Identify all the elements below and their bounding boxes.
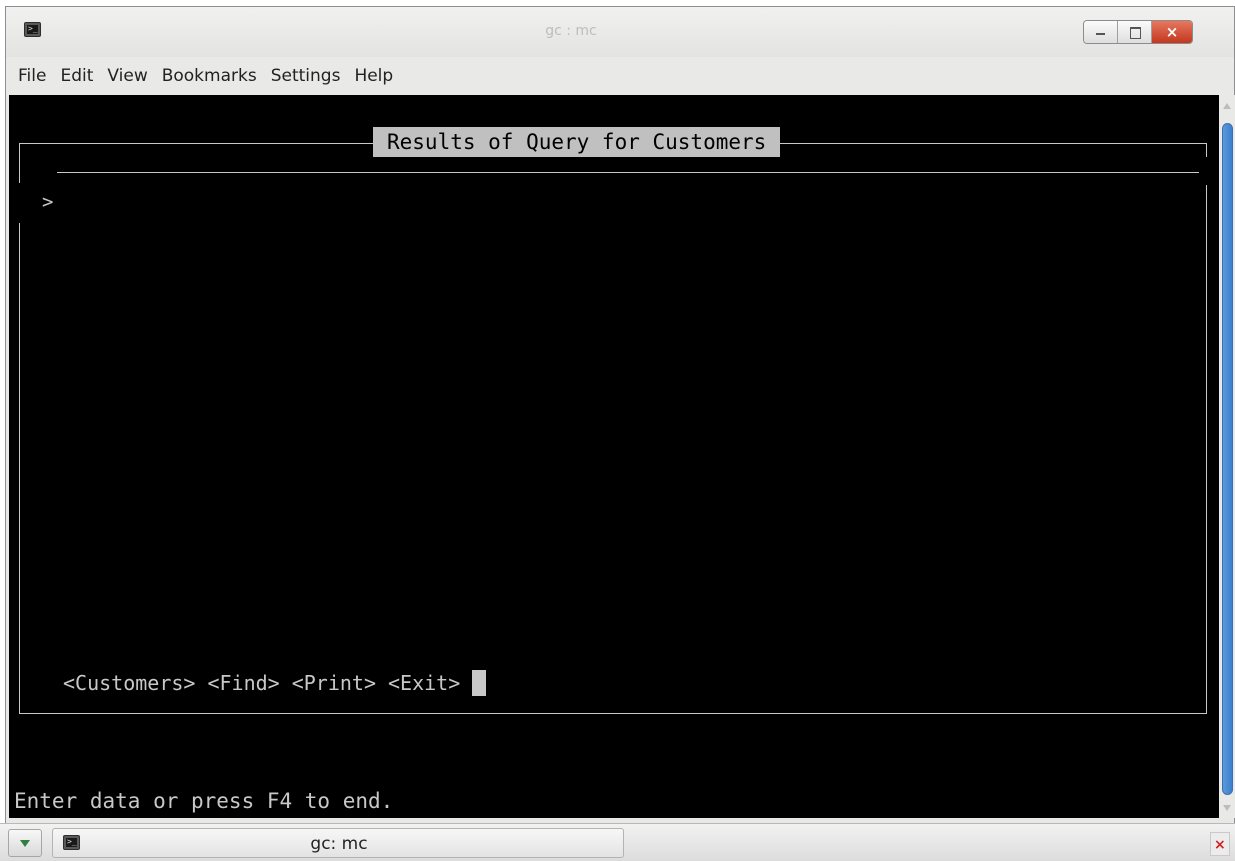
box-border-gap-left bbox=[18, 183, 21, 223]
status-message: Enter data or press F4 to end. bbox=[14, 789, 394, 813]
title-bar[interactable]: >_ gc : mc × bbox=[6, 7, 1234, 57]
results-divider bbox=[57, 172, 1199, 173]
menu-settings[interactable]: Settings bbox=[265, 66, 349, 86]
results-title: Results of Query for Customers bbox=[373, 127, 781, 157]
terminal-screen[interactable]: Results of Query for Customers > <Custom… bbox=[9, 95, 1219, 818]
menu-file[interactable]: File bbox=[12, 66, 54, 86]
vertical-scrollbar[interactable] bbox=[1219, 95, 1235, 818]
menu-bookmarks[interactable]: Bookmarks bbox=[156, 66, 265, 86]
minimize-button[interactable] bbox=[1084, 21, 1118, 43]
menu-edit[interactable]: Edit bbox=[54, 66, 101, 86]
close-icon: × bbox=[1165, 23, 1179, 41]
scroll-thumb[interactable] bbox=[1222, 123, 1233, 795]
row-pointer: > bbox=[42, 191, 54, 213]
menu-view[interactable]: View bbox=[101, 66, 155, 86]
scroll-down-icon[interactable] bbox=[1223, 805, 1231, 811]
taskbar-task-button[interactable]: >_ gc: mc bbox=[52, 828, 624, 858]
print-command[interactable]: <Print> bbox=[292, 671, 376, 695]
window-controls: × bbox=[1083, 20, 1193, 44]
menu-bar: File Edit View Bookmarks Settings Help bbox=[6, 57, 1234, 95]
close-button[interactable]: × bbox=[1152, 21, 1192, 43]
customers-command[interactable]: <Customers> bbox=[63, 671, 195, 695]
exit-command[interactable]: <Exit> bbox=[388, 671, 460, 695]
taskbar-menu-button[interactable] bbox=[8, 829, 42, 857]
find-command[interactable]: <Find> bbox=[207, 671, 279, 695]
maximize-button[interactable] bbox=[1118, 21, 1152, 43]
results-box bbox=[19, 143, 1207, 714]
box-border-gap-right bbox=[1205, 157, 1208, 185]
tray-close-icon[interactable]: × bbox=[1210, 832, 1230, 856]
close-icon: × bbox=[1214, 837, 1226, 853]
window-title: gc : mc bbox=[545, 23, 597, 39]
command-bar: <Customers> <Find> <Print> <Exit> bbox=[63, 670, 487, 696]
terminal-window: >_ gc : mc × File Edit View Bookmarks Se… bbox=[5, 6, 1235, 861]
taskbar-task-label: gc: mc bbox=[310, 834, 368, 854]
taskbar: >_ gc: mc × bbox=[0, 823, 1235, 861]
scroll-up-icon[interactable] bbox=[1223, 103, 1231, 109]
menu-help[interactable]: Help bbox=[348, 66, 401, 86]
text-cursor bbox=[472, 670, 487, 696]
